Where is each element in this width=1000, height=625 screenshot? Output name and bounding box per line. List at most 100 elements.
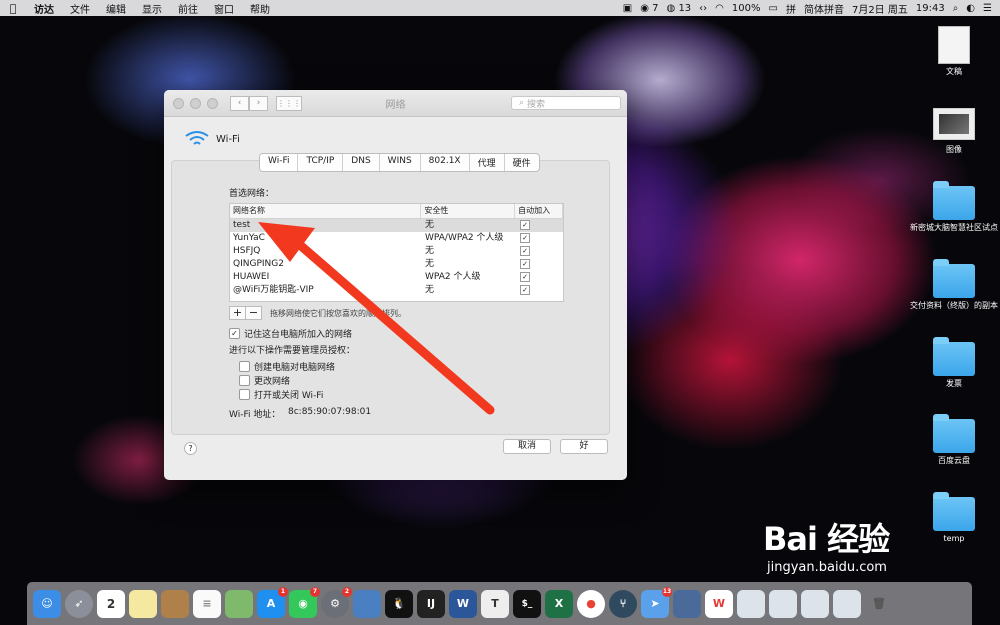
table-row[interactable]: HUAWEI WPA2 个人级 ✓ <box>230 271 563 284</box>
battery-icon[interactable]: ▭ <box>769 3 778 14</box>
dock-contacts-icon[interactable] <box>161 589 189 618</box>
prefs-badge: 2 <box>342 586 352 597</box>
auto-join-checkbox[interactable]: ✓ <box>520 271 530 282</box>
dock-typora-icon[interactable]: T <box>481 589 509 618</box>
dock-terminal-icon[interactable]: $_ <box>513 589 541 618</box>
dock-appstore-icon[interactable]: A1 <box>257 586 288 618</box>
auto-join-checkbox[interactable]: ✓ <box>520 284 530 295</box>
dock-calendar-icon[interactable]: 2 <box>97 589 125 618</box>
back-forward-icon[interactable]: ‹› <box>699 3 707 14</box>
back-button[interactable]: ‹ <box>230 95 249 111</box>
minimize-window-button[interactable] <box>190 97 201 109</box>
dock-system-preferences-icon[interactable]: ⚙ 2 <box>321 586 352 618</box>
tab-8021x[interactable]: 802.1X <box>421 154 470 171</box>
siri-icon[interactable]: ◐ <box>966 3 975 14</box>
dock-notes-icon[interactable] <box>129 589 157 618</box>
cancel-button[interactable]: 取消 <box>503 439 551 454</box>
dock-intellij-icon[interactable]: IJ <box>417 589 445 618</box>
tab-proxy[interactable]: 代理 <box>470 154 505 171</box>
search-icon[interactable]: ⌕ <box>953 3 959 14</box>
dock-maps-icon[interactable] <box>225 589 253 618</box>
show-all-grid-icon[interactable]: ⋮⋮⋮ <box>276 95 302 111</box>
menu-window[interactable]: 窗口 <box>206 1 242 16</box>
dock-qq-icon[interactable]: 🐧 <box>385 589 413 618</box>
desktop-folder-invoices[interactable]: 发票 <box>909 337 999 389</box>
tab-tcpip[interactable]: TCP/IP <box>298 154 344 171</box>
dock-window-thumb-1[interactable] <box>737 589 765 618</box>
date-label[interactable]: 7月2日 周五 <box>852 1 908 16</box>
add-remove-control: + − <box>229 306 262 320</box>
desktop-folder-community[interactable]: 新密城大脑智慧社区试点 <box>909 181 999 233</box>
auto-join-checkbox[interactable]: ✓ <box>520 219 530 230</box>
network-security: 无 <box>425 220 435 230</box>
desktop-icon-documents[interactable]: 文稿 <box>909 26 999 77</box>
time-label[interactable]: 19:43 <box>916 3 945 14</box>
menu-help[interactable]: 帮助 <box>242 1 278 16</box>
create-network-checkbox[interactable] <box>239 361 250 372</box>
window-titlebar[interactable]: ‹ › ⋮⋮⋮ 网络 ⌕ 搜索 <box>164 90 627 117</box>
auto-join-checkbox[interactable]: ✓ <box>520 232 530 243</box>
dock-wps-icon[interactable]: W <box>705 589 733 618</box>
dock-wechat-icon[interactable]: ◉ 7 <box>289 586 320 618</box>
desktop-folder-temp[interactable]: temp <box>909 492 999 544</box>
zoom-window-button[interactable] <box>207 97 218 109</box>
input-method-label[interactable]: 简体拼音 <box>804 1 844 16</box>
dock-launchpad-icon[interactable]: ➶ <box>65 589 93 618</box>
desktop-icon-images[interactable]: 图像 <box>909 108 999 155</box>
input-method-icon[interactable]: 拼 <box>786 1 796 16</box>
dock-word-icon[interactable]: W <box>449 589 477 618</box>
help-button[interactable]: ? <box>184 442 197 455</box>
notification-center-icon[interactable]: ☰ <box>983 3 992 14</box>
qq-count: 13 <box>678 2 692 14</box>
tab-dns[interactable]: DNS <box>343 154 380 171</box>
column-auto-join[interactable]: 自动加入 <box>515 204 563 218</box>
ok-button[interactable]: 好 <box>560 439 608 454</box>
column-security[interactable]: 安全性 <box>421 204 516 218</box>
dock-feishu-icon[interactable]: ➤ 13 <box>641 586 672 618</box>
apple-menu-icon[interactable]:  <box>0 2 26 15</box>
menu-app-name[interactable]: 访达 <box>26 1 62 16</box>
dock-excel-icon[interactable]: X <box>545 589 573 618</box>
menu-go[interactable]: 前往 <box>170 1 206 16</box>
qq-status-icon[interactable]: ◍ 13 <box>667 3 692 14</box>
wps-status-icon[interactable]: ▣ <box>623 3 632 14</box>
table-row[interactable]: @WiFi万能钥匙-VIP 无 ✓ <box>230 284 563 297</box>
add-network-button[interactable]: + <box>230 307 246 319</box>
remove-network-button[interactable]: − <box>246 307 261 319</box>
close-window-button[interactable] <box>173 97 184 109</box>
dock-screenshot-icon[interactable] <box>673 589 701 618</box>
desktop-folder-baidu-cloud[interactable]: 百度云盘 <box>909 414 999 466</box>
table-row[interactable]: test 无 ✓ <box>230 219 563 232</box>
dock-chrome-icon[interactable]: ● <box>577 589 605 618</box>
search-icon: ⌕ <box>519 98 525 108</box>
auto-join-checkbox[interactable]: ✓ <box>520 245 530 256</box>
dock-reminders-icon[interactable]: ≡ <box>193 589 221 618</box>
dock-sourcetree-icon[interactable]: ⑂ <box>609 589 637 618</box>
column-network-name[interactable]: 网络名称 <box>230 204 422 218</box>
dock-window-thumb-3[interactable] <box>801 589 829 618</box>
wifi-status-icon[interactable]: ◠ <box>715 3 724 14</box>
change-network-checkbox[interactable] <box>239 375 250 386</box>
menu-view[interactable]: 显示 <box>134 1 170 16</box>
forward-button[interactable]: › <box>249 95 268 111</box>
dock-preview-icon[interactable] <box>353 589 381 618</box>
menu-file[interactable]: 文件 <box>62 1 98 16</box>
menu-edit[interactable]: 编辑 <box>98 1 134 16</box>
search-field[interactable]: ⌕ 搜索 <box>511 96 621 110</box>
folder-icon <box>933 259 975 298</box>
tab-hardware[interactable]: 硬件 <box>505 154 539 171</box>
dock-finder-icon[interactable]: ☺ <box>33 589 61 618</box>
table-row[interactable]: HSFJQ 无 ✓ <box>230 245 563 258</box>
dock-trash-icon[interactable]: 🗑 <box>865 590 893 618</box>
dock-window-thumb-4[interactable] <box>833 589 861 618</box>
auto-join-checkbox[interactable]: ✓ <box>520 258 530 269</box>
desktop-folder-delivery[interactable]: 交付资料（终版）的副本 <box>909 259 999 311</box>
table-row[interactable]: YunYaC WPA/WPA2 个人级 ✓ <box>230 232 563 245</box>
toggle-wifi-checkbox[interactable] <box>239 389 250 400</box>
dock-window-thumb-2[interactable] <box>769 589 797 618</box>
remember-networks-checkbox[interactable]: ✓ <box>229 328 240 339</box>
wechat-status-icon[interactable]: ◉ 7 <box>640 3 658 14</box>
table-row[interactable]: QINGPING2 无 ✓ <box>230 258 563 271</box>
tab-wifi[interactable]: Wi-Fi <box>260 154 299 171</box>
tab-wins[interactable]: WINS <box>380 154 421 171</box>
